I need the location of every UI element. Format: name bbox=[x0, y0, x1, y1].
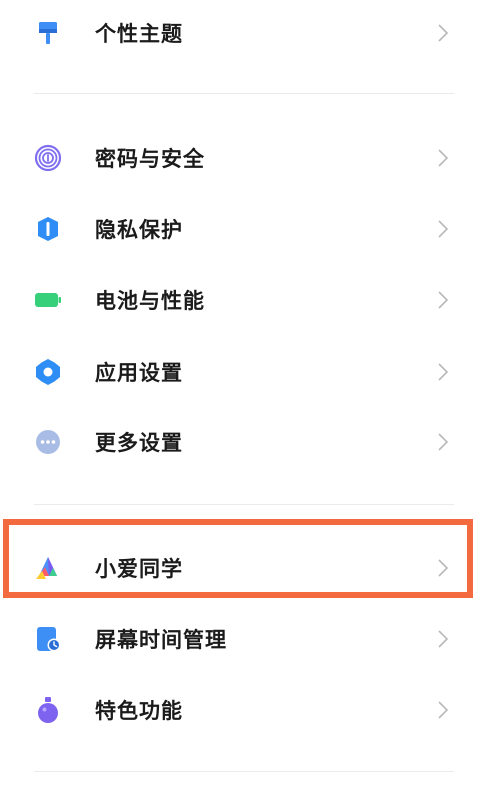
settings-item-screentime[interactable]: 屏幕时间管理 bbox=[0, 609, 488, 669]
chevron-right-icon bbox=[436, 628, 450, 650]
settings-item-label: 特色功能 bbox=[95, 699, 183, 723]
settings-item-apps[interactable]: 应用设置 bbox=[0, 342, 488, 402]
section-divider bbox=[34, 93, 454, 94]
battery-icon bbox=[34, 286, 62, 314]
chevron-right-icon bbox=[436, 147, 450, 169]
chevron-right-icon bbox=[436, 557, 450, 579]
settings-item-password[interactable]: 密码与安全 bbox=[0, 128, 488, 188]
settings-item-label: 个性主题 bbox=[95, 22, 183, 46]
section-divider bbox=[34, 504, 454, 505]
settings-item-label: 电池与性能 bbox=[95, 289, 205, 313]
settings-item-privacy[interactable]: 隐私保护 bbox=[0, 199, 488, 259]
settings-item-label: 小爱同学 bbox=[95, 557, 183, 581]
fingerprint-icon bbox=[34, 144, 62, 172]
chevron-right-icon bbox=[436, 361, 450, 383]
settings-item-features[interactable]: 特色功能 bbox=[0, 680, 488, 740]
chevron-right-icon bbox=[436, 699, 450, 721]
settings-item-label: 隐私保护 bbox=[95, 218, 183, 242]
chevron-right-icon bbox=[436, 431, 450, 453]
settings-item-label: 应用设置 bbox=[95, 361, 183, 385]
gear-icon bbox=[34, 358, 62, 386]
chevron-right-icon bbox=[436, 22, 450, 44]
screen-time-icon bbox=[34, 625, 62, 653]
settings-item-label: 更多设置 bbox=[95, 431, 183, 455]
xiaoai-icon bbox=[34, 554, 62, 582]
shield-icon bbox=[34, 215, 62, 243]
settings-item-theme[interactable]: 个性主题 bbox=[0, 3, 488, 63]
settings-item-xiaoai[interactable]: 小爱同学 bbox=[0, 538, 488, 598]
settings-item-label: 密码与安全 bbox=[95, 147, 205, 171]
settings-item-battery[interactable]: 电池与性能 bbox=[0, 270, 488, 330]
settings-item-more[interactable]: 更多设置 bbox=[0, 412, 488, 472]
more-dots-icon bbox=[34, 428, 62, 456]
section-divider bbox=[34, 771, 454, 772]
chevron-right-icon bbox=[436, 289, 450, 311]
settings-page: 个性主题 密码与安全 隐私保护 电池与性能 应用设置 更多设置 小爱同学 屏幕时… bbox=[0, 0, 488, 790]
flask-icon bbox=[34, 696, 62, 724]
settings-item-label: 屏幕时间管理 bbox=[95, 628, 227, 652]
chevron-right-icon bbox=[436, 218, 450, 240]
paintbrush-icon bbox=[34, 19, 62, 47]
